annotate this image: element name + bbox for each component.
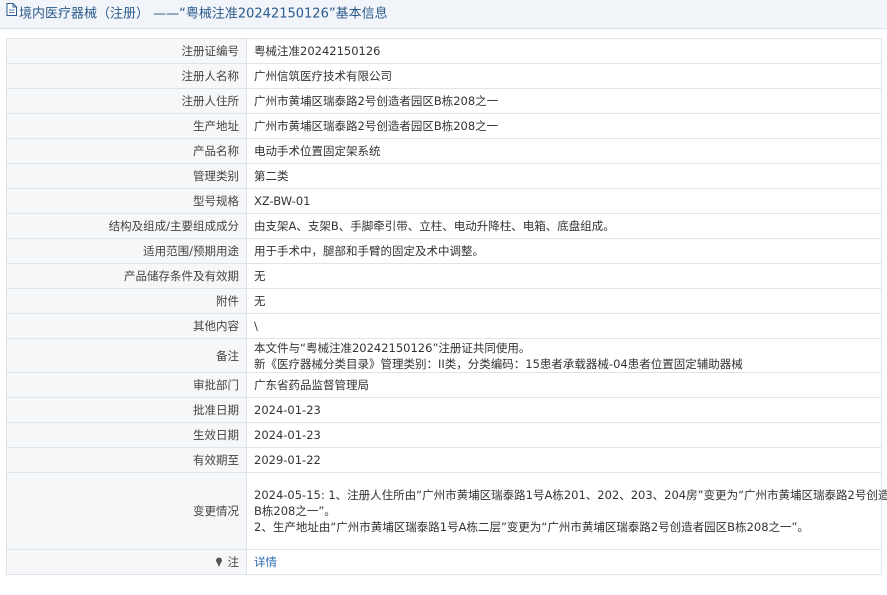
- value-registrant: 广州信筑医疗技术有限公司: [246, 63, 882, 89]
- value-structure: 由支架A、支架B、手脚牵引带、立柱、电动升降柱、电箱、底盘组成。: [246, 213, 882, 239]
- remarks-line-1: 本文件与“粤械注准20242150126”注册证共同使用。: [254, 340, 531, 355]
- value-approval-dept: 广东省药品监督管理局: [246, 372, 882, 398]
- document-icon: [6, 0, 17, 27]
- row-scope: 适用范围/预期用途 用于手术中，腿部和手臂的固定及术中调整。: [6, 238, 882, 264]
- row-reg-no: 注册证编号 粤械注准20242150126: [6, 38, 882, 64]
- row-approval-dept: 审批部门 广东省药品监督管理局: [6, 372, 882, 398]
- pin-icon: [215, 555, 227, 569]
- note-label: 注: [227, 555, 240, 569]
- changes-line-2: B栋208之一”。: [254, 504, 336, 518]
- row-product-name: 产品名称 电动手术位置固定架系统: [6, 138, 882, 164]
- value-storage: 无: [246, 263, 882, 289]
- row-expiry-date: 有效期至 2029-01-22: [6, 447, 882, 473]
- row-note: 注 详情: [6, 549, 882, 575]
- label-approval-dept: 审批部门: [6, 372, 247, 398]
- value-attachment: 无: [246, 288, 882, 314]
- info-panel: 注册证编号 粤械注准20242150126 注册人名称 广州信筑医疗技术有限公司…: [0, 29, 887, 575]
- value-registrant-addr: 广州市黄埔区瑞泰路2号创造者园区B栋208之一: [246, 88, 882, 114]
- label-note: 注: [6, 549, 247, 575]
- row-attachment: 附件 无: [6, 288, 882, 314]
- label-remarks: 备注: [6, 338, 247, 373]
- label-registrant-addr: 注册人住所: [6, 88, 247, 114]
- label-approval-date: 批准日期: [6, 397, 247, 423]
- value-reg-no: 粤械注准20242150126: [246, 38, 882, 64]
- row-production-addr: 生产地址 广州市黄埔区瑞泰路2号创造者园区B栋208之一: [6, 113, 882, 139]
- label-registrant: 注册人名称: [6, 63, 247, 89]
- label-other: 其他内容: [6, 313, 247, 339]
- value-approval-date: 2024-01-23: [246, 397, 882, 423]
- label-structure: 结构及组成/主要组成成分: [6, 213, 247, 239]
- row-model: 型号规格 XZ-BW-01: [6, 188, 882, 214]
- label-storage: 产品储存条件及有效期: [6, 263, 247, 289]
- row-effective-date: 生效日期 2024-01-23: [6, 422, 882, 448]
- row-registrant: 注册人名称 广州信筑医疗技术有限公司: [6, 63, 882, 89]
- row-other: 其他内容 \: [6, 313, 882, 339]
- label-model: 型号规格: [6, 188, 247, 214]
- label-product-name: 产品名称: [6, 138, 247, 164]
- changes-line-1: 2024-05-15: 1、注册人住所由“广州市黄埔区瑞泰路1号A栋201、20…: [254, 488, 887, 502]
- label-scope: 适用范围/预期用途: [6, 238, 247, 264]
- value-model: XZ-BW-01: [246, 188, 882, 214]
- remarks-line-2: 新《医疗器械分类目录》管理类别：II类，分类编码：15患者承载器械-04患者位置…: [254, 356, 743, 371]
- value-effective-date: 2024-01-23: [246, 422, 882, 448]
- label-production-addr: 生产地址: [6, 113, 247, 139]
- label-category: 管理类别: [6, 163, 247, 189]
- value-expiry-date: 2029-01-22: [246, 447, 882, 473]
- value-note: 详情: [246, 549, 882, 575]
- value-changes: 2024-05-15: 1、注册人住所由“广州市黄埔区瑞泰路1号A栋201、20…: [246, 472, 887, 550]
- changes-line-3: 2、生产地址由“广州市黄埔区瑞泰路1号A栋二层”变更为“广州市黄埔区瑞泰路2号创…: [254, 520, 809, 534]
- value-remarks: 本文件与“粤械注准20242150126”注册证共同使用。 新《医疗器械分类目录…: [246, 338, 882, 373]
- label-attachment: 附件: [6, 288, 247, 314]
- value-product-name: 电动手术位置固定架系统: [246, 138, 882, 164]
- row-structure: 结构及组成/主要组成成分 由支架A、支架B、手脚牵引带、立柱、电动升降柱、电箱、…: [6, 213, 882, 239]
- value-scope: 用于手术中，腿部和手臂的固定及术中调整。: [246, 238, 882, 264]
- row-approval-date: 批准日期 2024-01-23: [6, 397, 882, 423]
- label-reg-no: 注册证编号: [6, 38, 247, 64]
- page-header: 境内医疗器械（注册） ——“粤械注准20242150126”基本信息: [0, 0, 887, 29]
- value-production-addr: 广州市黄埔区瑞泰路2号创造者园区B栋208之一: [246, 113, 882, 139]
- row-remarks: 备注 本文件与“粤械注准20242150126”注册证共同使用。 新《医疗器械分…: [6, 338, 882, 373]
- page-title: 境内医疗器械（注册） ——“粤械注准20242150126”基本信息: [19, 6, 388, 22]
- label-effective-date: 生效日期: [6, 422, 247, 448]
- row-registrant-addr: 注册人住所 广州市黄埔区瑞泰路2号创造者园区B栋208之一: [6, 88, 882, 114]
- details-link[interactable]: 详情: [254, 555, 277, 569]
- row-changes: 变更情况 2024-05-15: 1、注册人住所由“广州市黄埔区瑞泰路1号A栋2…: [6, 472, 887, 550]
- row-category: 管理类别 第二类: [6, 163, 882, 189]
- row-storage: 产品储存条件及有效期 无: [6, 263, 882, 289]
- value-other: \: [246, 313, 882, 339]
- label-expiry-date: 有效期至: [6, 447, 247, 473]
- label-changes: 变更情况: [6, 472, 247, 550]
- info-table: 注册证编号 粤械注准20242150126 注册人名称 广州信筑医疗技术有限公司…: [6, 38, 887, 575]
- value-category: 第二类: [246, 163, 882, 189]
